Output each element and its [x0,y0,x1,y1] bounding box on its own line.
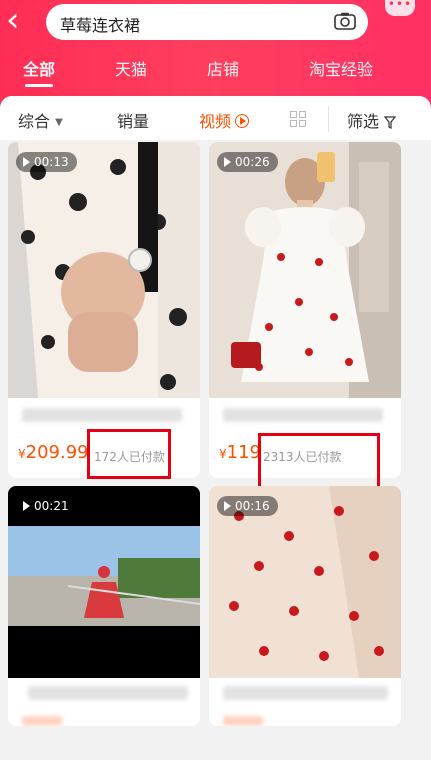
price-blurred [223,716,263,726]
sort-sales-button[interactable]: 销量 [117,108,149,132]
product-video-thumbnail[interactable] [8,142,200,398]
currency-symbol: ¥ [18,447,26,461]
tab-all[interactable]: 全部 [23,56,55,80]
filter-button[interactable]: 筛选 [347,108,397,132]
product-card[interactable]: 00:16 [209,486,401,726]
price-blurred [22,716,62,726]
tab-tmall[interactable]: 天猫 [115,56,147,80]
sort-label: 综合 [18,112,51,131]
video-duration-badge: 00:13 [16,152,77,172]
product-title-blurred [223,686,388,700]
product-video-thumbnail[interactable] [209,142,401,398]
chevron-down-icon: ▼ [55,117,63,128]
product-title-blurred [223,408,383,422]
video-duration-badge: 00:16 [217,496,278,516]
sort-dropdown[interactable]: 综合 ▼ [18,108,63,132]
back-arrow-icon[interactable]: ‹ [6,3,34,37]
active-tab-indicator [25,84,53,87]
product-title-blurred [22,408,182,422]
more-menu-icon[interactable]: ••• [385,0,415,16]
video-label: 视频 [199,112,232,131]
video-filter-button[interactable]: 视频 [199,108,250,132]
filter-label: 筛选 [347,112,380,131]
product-price: ¥119 [219,442,261,463]
search-query[interactable]: 草莓连衣裙 [60,12,140,36]
video-duration-badge: 00:26 [217,152,278,172]
product-card[interactable]: 00:26 ¥119 2313人已付款 [209,142,401,478]
search-box[interactable]: 草莓连衣裙 [46,4,368,40]
camera-icon[interactable] [334,12,356,30]
tab-experience[interactable]: 淘宝经验 [309,56,373,80]
product-price: ¥209.99 [18,442,89,463]
product-card[interactable]: 00:13 ¥209.99 172人已付款 [8,142,200,478]
product-card[interactable]: 00:21 [8,486,200,726]
currency-symbol: ¥ [219,447,227,461]
product-title-blurred [28,686,188,700]
highlight-box [87,429,171,479]
search-header: ‹ 草莓连衣裙 ••• 全部 天猫 店铺 淘宝经验 [0,0,431,110]
play-circle-icon [235,114,250,128]
grid-view-icon[interactable] [290,111,306,127]
filter-bar: 综合 ▼ 销量 视频 筛选 [0,96,431,140]
search-tabs: 全部 天猫 店铺 淘宝经验 [0,56,431,87]
highlight-box [258,433,380,490]
funnel-icon [383,116,397,129]
video-duration-badge: 00:21 [16,496,77,516]
filter-divider [328,106,329,132]
tab-shop[interactable]: 店铺 [207,56,239,80]
